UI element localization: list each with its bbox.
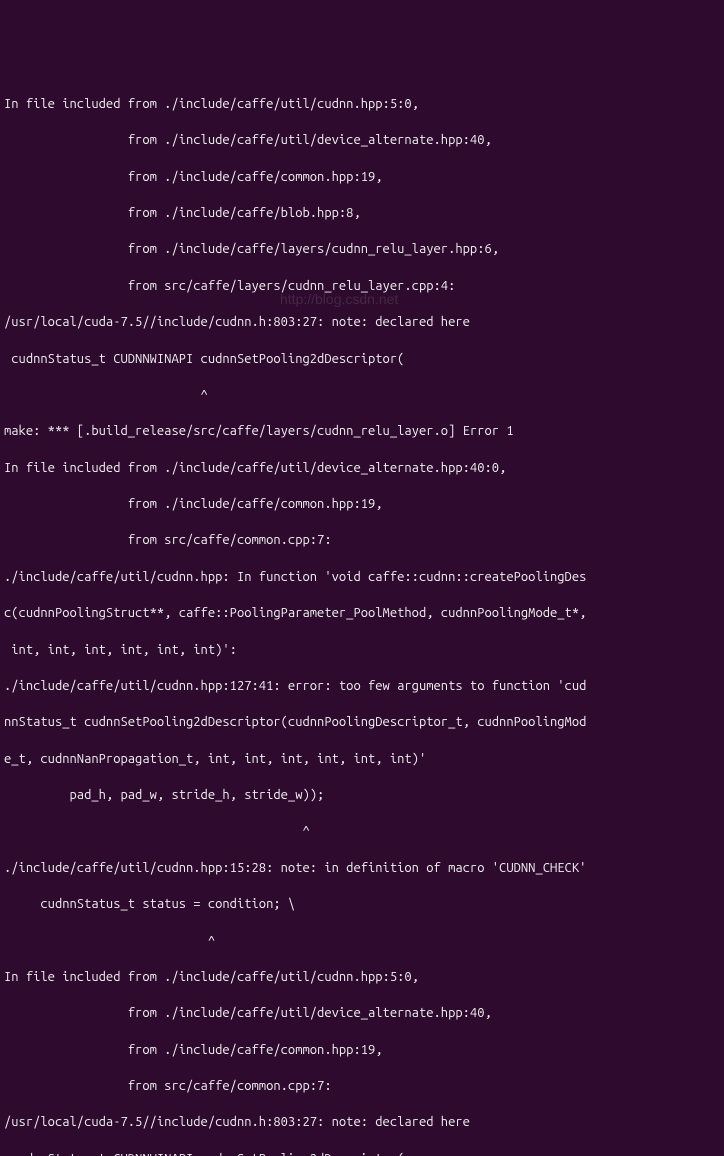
terminal-line: cudnnStatus_t CUDNNWINAPI cudnnSetPoolin… — [4, 350, 720, 368]
terminal-line: In file included from ./include/caffe/ut… — [4, 968, 720, 986]
terminal-line: from ./include/caffe/common.hpp:19, — [4, 168, 720, 186]
terminal-line: ^ — [4, 386, 720, 404]
terminal-line: from src/caffe/common.cpp:7: — [4, 531, 720, 549]
terminal-line: from ./include/caffe/util/device_alterna… — [4, 131, 720, 149]
terminal-line: ^ — [4, 822, 720, 840]
terminal-line: ./include/caffe/util/cudnn.hpp:15:28: no… — [4, 859, 720, 877]
terminal-line: pad_h, pad_w, stride_h, stride_w)); — [4, 786, 720, 804]
terminal-line: nnStatus_t cudnnSetPooling2dDescriptor(c… — [4, 713, 720, 731]
terminal-output: In file included from ./include/caffe/ut… — [4, 77, 720, 647]
terminal-line: from ./include/caffe/common.hpp:19, — [4, 1041, 720, 1059]
terminal-line: c(cudnnPoolingStruct**, caffe::PoolingPa… — [4, 604, 720, 622]
terminal-line: from ./include/caffe/util/device_alterna… — [4, 1004, 720, 1022]
terminal-line: int, int, int, int, int, int)': — [4, 641, 720, 659]
terminal-line: cudnnStatus_t status = condition; \ — [4, 895, 720, 913]
terminal-line: cudnnStatus_t CUDNNWINAPI cudnnSetPoolin… — [4, 1150, 720, 1156]
terminal-line: ./include/caffe/util/cudnn.hpp: In funct… — [4, 568, 720, 586]
terminal-line: ./include/caffe/util/cudnn.hpp:127:41: e… — [4, 677, 720, 695]
terminal-line: from ./include/caffe/common.hpp:19, — [4, 495, 720, 513]
terminal-line: make: *** [.build_release/src/caffe/laye… — [4, 422, 720, 440]
terminal-line: from src/caffe/layers/cudnn_relu_layer.c… — [4, 277, 720, 295]
terminal-line: e_t, cudnnNanPropagation_t, int, int, in… — [4, 750, 720, 768]
terminal-line: from ./include/caffe/blob.hpp:8, — [4, 204, 720, 222]
terminal-line: In file included from ./include/caffe/ut… — [4, 459, 720, 477]
terminal-line: /usr/local/cuda-7.5//include/cudnn.h:803… — [4, 1113, 720, 1131]
terminal-line: /usr/local/cuda-7.5//include/cudnn.h:803… — [4, 313, 720, 331]
terminal-line: In file included from ./include/caffe/ut… — [4, 95, 720, 113]
terminal-line: from ./include/caffe/layers/cudnn_relu_l… — [4, 240, 720, 258]
terminal-line: from src/caffe/common.cpp:7: — [4, 1077, 720, 1095]
terminal-line: ^ — [4, 932, 720, 950]
